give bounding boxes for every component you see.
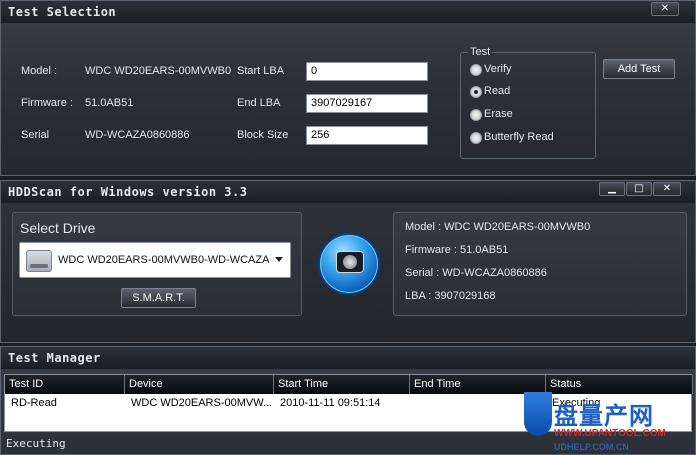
firmware-label: Firmware : bbox=[21, 97, 73, 109]
hard-drive-icon bbox=[336, 251, 364, 273]
read-label[interactable]: Read bbox=[484, 85, 510, 97]
row-start-time: 2010-11-11 09:51:14 bbox=[280, 397, 381, 409]
hddscan-title: HDDScan for Windows version 3.3 bbox=[1, 181, 695, 203]
selected-drive-text: WDC WD20EARS-00MVWB0-WD-WCAZA0860886 bbox=[58, 254, 270, 266]
serial-label: Serial bbox=[21, 129, 50, 141]
end-lba-label: End LBA bbox=[237, 97, 281, 109]
row-device: WDC WD20EARS-00MVW... bbox=[131, 397, 271, 409]
block-size-input[interactable]: 256 bbox=[306, 126, 428, 145]
model-value: WDC WD20EARS-00MVWB0 bbox=[85, 65, 232, 77]
minimize-icon: ▁ bbox=[608, 183, 616, 194]
model-label: Model : bbox=[21, 65, 58, 77]
butterfly-read-radio[interactable] bbox=[470, 132, 482, 144]
watermark-url-2: UDHELP.COM.CN bbox=[554, 442, 629, 452]
serial-value: WD-WCAZA0860886 bbox=[85, 129, 190, 141]
close-button[interactable]: ✕ bbox=[653, 182, 681, 196]
close-icon: ✕ bbox=[662, 183, 672, 194]
close-icon: ✕ bbox=[660, 3, 670, 14]
info-serial: Serial : WD-WCAZA0860886 bbox=[405, 267, 547, 279]
chevron-down-icon[interactable] bbox=[275, 257, 283, 262]
firmware-value: 51.0AB51 bbox=[85, 97, 134, 109]
drive-select[interactable]: WDC WD20EARS-00MVWB0-WD-WCAZA0860886 bbox=[19, 242, 291, 278]
watermark-url: WWW.UPANTOOL.COM bbox=[554, 428, 666, 439]
verify-label[interactable]: Verify bbox=[484, 63, 512, 75]
maximize-icon: □ bbox=[634, 183, 644, 194]
test-manager-title: Test Manager bbox=[1, 347, 695, 369]
column-header-start-time[interactable]: Start Time bbox=[274, 375, 410, 394]
u-logo-icon bbox=[524, 392, 552, 436]
row-test-id: RD-Read bbox=[11, 397, 57, 409]
site-watermark: 盘量产网 WWW.UPANTOOL.COM UDHELP.COM.CN bbox=[524, 392, 696, 455]
start-lba-label: Start LBA bbox=[237, 65, 285, 77]
maximize-button[interactable]: □ bbox=[626, 182, 652, 196]
column-header-device[interactable]: Device bbox=[125, 375, 274, 394]
test-selection-title: Test Selection bbox=[1, 1, 695, 23]
select-drive-label: Select Drive bbox=[20, 220, 96, 236]
info-model: Model : WDC WD20EARS-00MVWB0 bbox=[405, 221, 591, 233]
new-task-button[interactable] bbox=[318, 233, 380, 295]
verify-radio[interactable] bbox=[470, 64, 482, 76]
erase-label[interactable]: Erase bbox=[484, 108, 513, 120]
block-size-label: Block Size bbox=[237, 129, 289, 141]
erase-radio[interactable] bbox=[470, 109, 482, 121]
hard-drive-icon bbox=[26, 250, 52, 272]
status-bar-text: Executing bbox=[6, 437, 66, 450]
butterfly-read-label[interactable]: Butterfly Read bbox=[484, 131, 554, 143]
end-lba-input[interactable]: 3907029167 bbox=[306, 94, 428, 113]
column-header-test-id[interactable]: Test ID bbox=[5, 375, 125, 394]
watermark-brand: 盘量产网 bbox=[554, 402, 654, 430]
add-test-button[interactable]: Add Test bbox=[603, 59, 675, 79]
read-radio[interactable] bbox=[470, 86, 482, 98]
smart-button[interactable]: S.M.A.R.T. bbox=[121, 288, 196, 308]
test-group-label: Test bbox=[468, 46, 493, 58]
minimize-button[interactable]: ▁ bbox=[599, 182, 625, 196]
info-firmware: Firmware : 51.0AB51 bbox=[405, 244, 509, 256]
start-lba-input[interactable]: 0 bbox=[306, 62, 428, 81]
close-button[interactable]: ✕ bbox=[651, 2, 679, 16]
info-lba: LBA : 3907029168 bbox=[405, 290, 496, 302]
